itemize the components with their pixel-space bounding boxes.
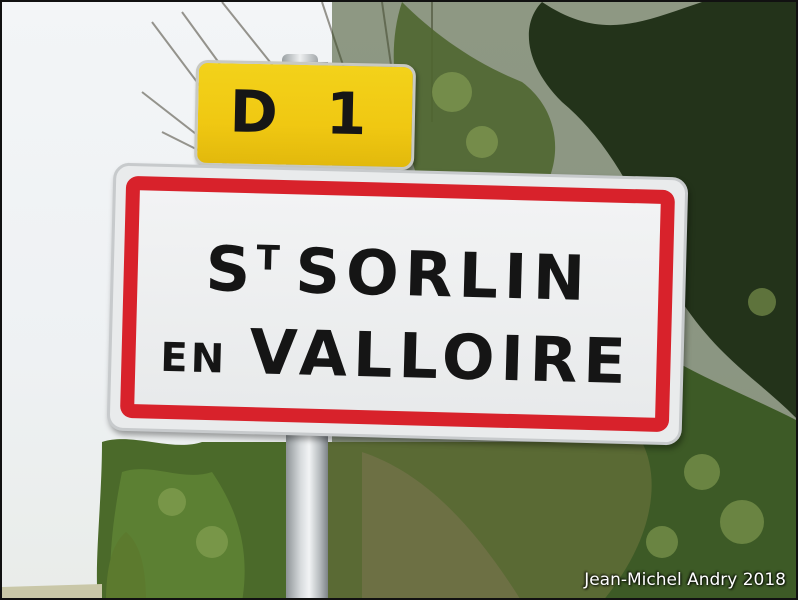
town-name-en: EN — [159, 334, 228, 383]
photo-credit: Jean-Michel Andry 2018 — [584, 570, 786, 590]
road-number-label: D 1 — [228, 77, 382, 149]
saint-superscript: T — [256, 238, 283, 279]
town-name-sorlin: SORLIN — [294, 234, 592, 316]
town-name-valloire: VALLOIRE — [248, 315, 633, 399]
photo-frame: D 1 ST SORLIN EN VALLOIRE Jean-Michel Andr… — [0, 0, 798, 600]
road-number-plate: D 1 — [193, 59, 417, 171]
town-name-line-1: ST SORLIN — [137, 230, 660, 317]
saint-initial: S — [204, 231, 258, 307]
town-sign-red-border: ST SORLIN EN VALLOIRE — [119, 175, 676, 433]
town-name-line-2: EN VALLOIRE — [135, 312, 658, 399]
town-entry-sign: ST SORLIN EN VALLOIRE — [106, 162, 689, 446]
